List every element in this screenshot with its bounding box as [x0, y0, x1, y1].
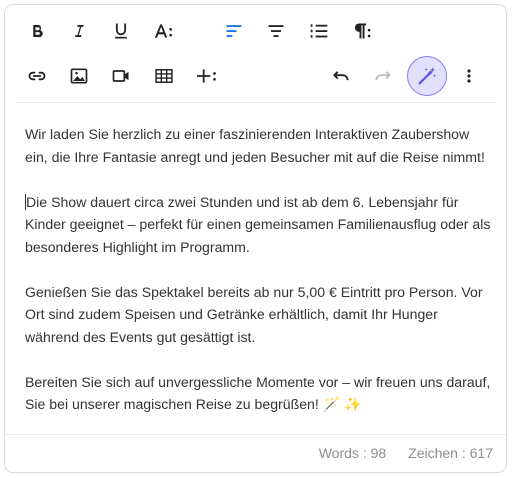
insert-toolbar	[5, 54, 506, 98]
footer-divider	[5, 434, 506, 435]
paragraph-2: Die Show dauert circa zwei Stunden und i…	[25, 191, 493, 259]
bold-icon	[33, 25, 43, 38]
table-button[interactable]	[146, 58, 182, 94]
paragraph-1: Wir laden Sie herzlich zu einer faszinie…	[25, 126, 485, 165]
insert-more-button[interactable]	[189, 58, 225, 94]
rich-text-editor: Wir laden Sie herzlich zu einer faszinie…	[4, 4, 507, 473]
font-size-icon	[154, 24, 172, 38]
numbered-list-button[interactable]	[301, 13, 337, 49]
image-button[interactable]	[61, 58, 97, 94]
numbered-list-icon	[310, 24, 328, 38]
video-icon	[112, 70, 129, 82]
paragraph-4: Bereiten Sie sich auf unvergessliche Mom…	[25, 373, 491, 413]
align-center-button[interactable]	[258, 13, 294, 49]
align-left-button[interactable]	[216, 13, 252, 49]
vertical-dots-icon	[467, 69, 471, 83]
underline-icon	[115, 23, 127, 39]
image-icon	[70, 68, 88, 84]
italic-icon	[75, 25, 84, 37]
align-center-icon	[268, 25, 284, 37]
underline-button[interactable]	[103, 13, 139, 49]
more-options-button[interactable]	[451, 58, 487, 94]
editor-content-area[interactable]: Wir laden Sie herzlich zu einer faszinie…	[25, 123, 493, 438]
align-left-icon	[226, 25, 242, 37]
bold-button[interactable]	[19, 13, 55, 49]
magic-wand-icon	[418, 67, 436, 85]
toolbar-divider	[15, 102, 496, 103]
paragraph-button[interactable]	[344, 13, 380, 49]
char-count: Zeichen : 617	[408, 445, 493, 461]
formatting-toolbar	[5, 9, 506, 53]
word-count: Words : 98	[318, 445, 387, 461]
undo-icon	[333, 71, 349, 81]
italic-button[interactable]	[61, 13, 97, 49]
paragraph-2-text: Die Show dauert circa zwei Stunden und i…	[25, 193, 491, 255]
font-size-button[interactable]	[146, 13, 182, 49]
paragraph-icon	[354, 23, 371, 39]
ai-magic-button[interactable]	[407, 56, 447, 96]
video-button[interactable]	[103, 58, 139, 94]
status-bar: Words : 98 Zeichen : 617	[319, 445, 493, 461]
redo-icon	[375, 71, 391, 81]
plus-more-icon	[197, 69, 216, 83]
undo-button[interactable]	[323, 58, 359, 94]
link-button[interactable]	[19, 58, 55, 94]
link-icon	[28, 71, 46, 81]
paragraph-3: Genießen Sie das Spektakel bereits ab nu…	[25, 283, 483, 345]
redo-button[interactable]	[365, 58, 401, 94]
table-icon	[155, 69, 173, 83]
